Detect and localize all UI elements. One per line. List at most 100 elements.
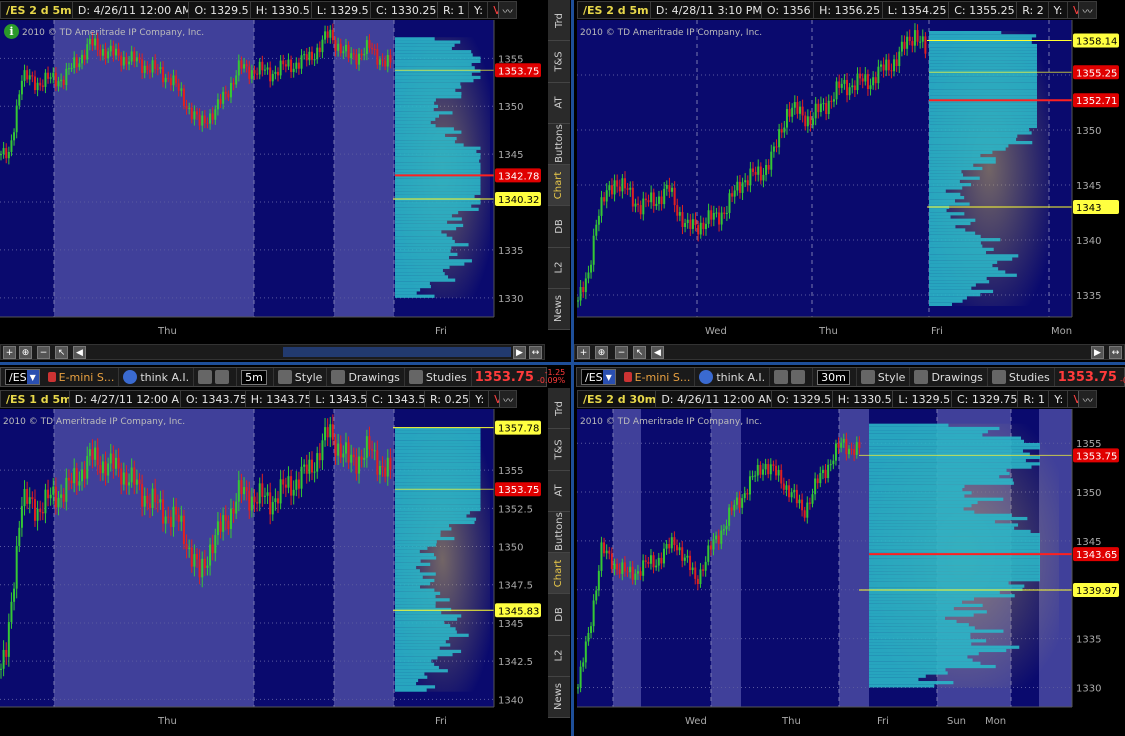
candle-body bbox=[684, 222, 687, 227]
scissors-icon[interactable] bbox=[198, 370, 213, 384]
candle-body bbox=[114, 48, 117, 56]
chart-symbol[interactable]: /ES 1 d 5m bbox=[1, 391, 70, 407]
chart-close: C: 1355.25 bbox=[949, 2, 1018, 18]
drawings-button[interactable]: Drawings bbox=[910, 368, 988, 386]
chart-symbol[interactable]: /ES 2 d 30m bbox=[578, 391, 657, 407]
chart-settings-button[interactable]: 〰 bbox=[499, 391, 517, 407]
instrument-label[interactable]: E-mini S... bbox=[44, 368, 120, 386]
tool-buttons[interactable] bbox=[770, 368, 814, 386]
zoom-in-icon[interactable]: ⊕ bbox=[595, 346, 608, 359]
globe-icon bbox=[123, 370, 138, 384]
chart-settings-button[interactable]: 〰 bbox=[1078, 2, 1097, 18]
style-button[interactable]: Style bbox=[274, 368, 328, 386]
volume-label[interactable]: Volume... bbox=[1068, 2, 1078, 18]
candle-body bbox=[313, 471, 316, 473]
think-ai-button[interactable]: think A.I. bbox=[695, 368, 771, 386]
scroll-left-icon[interactable]: ◀ bbox=[73, 346, 86, 359]
chevron-down-icon[interactable]: ▼ bbox=[26, 370, 39, 384]
pencil-icon[interactable] bbox=[215, 370, 230, 384]
side-tab-trd[interactable]: Trd bbox=[548, 0, 570, 42]
side-tab-ts[interactable]: T&S bbox=[548, 41, 570, 83]
zoom-out-icon[interactable]: − bbox=[37, 346, 50, 359]
candle-body bbox=[819, 473, 822, 484]
side-tab-l2[interactable]: L2 bbox=[548, 635, 570, 677]
studies-button[interactable]: Studies bbox=[405, 368, 472, 386]
side-tab-buttons[interactable]: Buttons bbox=[548, 511, 570, 553]
crosshair-icon[interactable]: + bbox=[3, 346, 16, 359]
scroll-right-icon[interactable]: ▶ bbox=[1091, 346, 1104, 359]
candle-body bbox=[303, 54, 306, 56]
volume-bar bbox=[869, 462, 1040, 466]
volume-label[interactable]: Vo... bbox=[489, 391, 499, 407]
expand-icon[interactable]: ↔ bbox=[1109, 346, 1122, 359]
info-icon[interactable]: i bbox=[4, 24, 19, 39]
symbol-input[interactable]: /ES ▼ bbox=[5, 369, 40, 385]
chart-settings-button[interactable]: 〰 bbox=[498, 2, 516, 18]
chart-symbol[interactable]: /ES 2 d 5m bbox=[1, 2, 73, 18]
volume-bar bbox=[869, 536, 1040, 540]
side-tab-news[interactable]: News bbox=[548, 676, 570, 718]
pointer-icon[interactable]: ↖ bbox=[633, 346, 646, 359]
volume-bar bbox=[395, 594, 436, 599]
think-ai-button[interactable]: think A.I. bbox=[119, 368, 195, 386]
candle-body bbox=[644, 198, 647, 201]
symbol-input[interactable]: /ES ▼ bbox=[581, 369, 616, 385]
session-band bbox=[0, 20, 54, 317]
tool-buttons[interactable] bbox=[194, 368, 238, 386]
volume-bar bbox=[395, 136, 457, 141]
chart-symbol[interactable]: /ES 2 d 5m bbox=[578, 2, 651, 18]
expand-icon[interactable]: ↔ bbox=[529, 346, 542, 359]
chart-settings-button[interactable]: 〰 bbox=[1078, 391, 1097, 407]
scissors-icon[interactable] bbox=[774, 370, 789, 384]
side-tab-chart[interactable]: Chart bbox=[548, 165, 570, 207]
scroll-right-icon[interactable]: ▶ bbox=[513, 346, 526, 359]
volume-bar bbox=[869, 674, 926, 678]
candle-body bbox=[355, 54, 358, 65]
zoom-out-icon[interactable]: − bbox=[615, 346, 628, 359]
side-tab-at[interactable]: AT bbox=[548, 470, 570, 512]
style-button[interactable]: Style bbox=[857, 368, 911, 386]
side-tab-news[interactable]: News bbox=[548, 288, 570, 330]
side-tab-chart[interactable]: Chart bbox=[548, 553, 570, 595]
panel-divider[interactable] bbox=[571, 0, 574, 736]
volume-bar bbox=[929, 89, 1037, 93]
side-tab-db[interactable]: DB bbox=[548, 206, 570, 248]
volume-label[interactable]: Volume... bbox=[488, 2, 498, 18]
chart-plot-tl[interactable]: 1355135013451340133513301353.751342.7813… bbox=[0, 20, 545, 342]
side-tab-at[interactable]: AT bbox=[548, 82, 570, 124]
volume-bar bbox=[869, 635, 971, 640]
candle-body bbox=[678, 212, 681, 216]
candle-body bbox=[657, 196, 660, 204]
crosshair-icon[interactable]: + bbox=[577, 346, 590, 359]
volume-bar bbox=[869, 623, 969, 627]
scroll-left-icon[interactable]: ◀ bbox=[651, 346, 664, 359]
interval-select[interactable]: 5m bbox=[237, 368, 274, 386]
candle-body bbox=[730, 507, 733, 511]
chart-scrollbar-tl[interactable]: + ⊕ − ↖ ◀ ▶ ↔ bbox=[0, 344, 545, 360]
chart-plot-br[interactable]: 1355135013451340133513301353.751343.6513… bbox=[577, 409, 1125, 736]
volume-bar bbox=[395, 217, 462, 221]
chart-plot-bl[interactable]: 1355 1352.5 1350 1347.5 1345 1342.5 1340 1357.7… bbox=[0, 409, 545, 736]
instrument-text: E-mini S... bbox=[58, 370, 115, 384]
chart-scrollbar-tr[interactable]: + ⊕ − ↖ ◀ ▶ ↔ bbox=[574, 344, 1125, 360]
volume-label[interactable]: Volu... bbox=[1068, 391, 1078, 407]
pencil-icon[interactable] bbox=[791, 370, 806, 384]
candle-body bbox=[371, 449, 374, 451]
side-tab-trd[interactable]: Trd bbox=[548, 388, 570, 430]
scroll-thumb[interactable] bbox=[283, 347, 511, 357]
pointer-icon[interactable]: ↖ bbox=[55, 346, 68, 359]
drawings-button[interactable]: Drawings bbox=[327, 368, 405, 386]
candle-body bbox=[232, 82, 235, 85]
side-tab-db[interactable]: DB bbox=[548, 594, 570, 636]
zoom-in-icon[interactable]: ⊕ bbox=[19, 346, 32, 359]
panel-divider-h[interactable] bbox=[0, 362, 1125, 365]
volume-bar bbox=[929, 144, 1009, 148]
side-tab-buttons[interactable]: Buttons bbox=[548, 123, 570, 165]
chevron-down-icon[interactable]: ▼ bbox=[602, 370, 615, 384]
side-tab-ts[interactable]: T&S bbox=[548, 429, 570, 471]
chart-plot-tr[interactable]: 135513501345134013351358.141355.251352.7… bbox=[577, 20, 1125, 342]
side-tab-l2[interactable]: L2 bbox=[548, 247, 570, 289]
studies-button[interactable]: Studies bbox=[988, 368, 1055, 386]
instrument-label[interactable]: E-mini S... bbox=[620, 368, 696, 386]
interval-select[interactable]: 30m bbox=[813, 368, 857, 386]
